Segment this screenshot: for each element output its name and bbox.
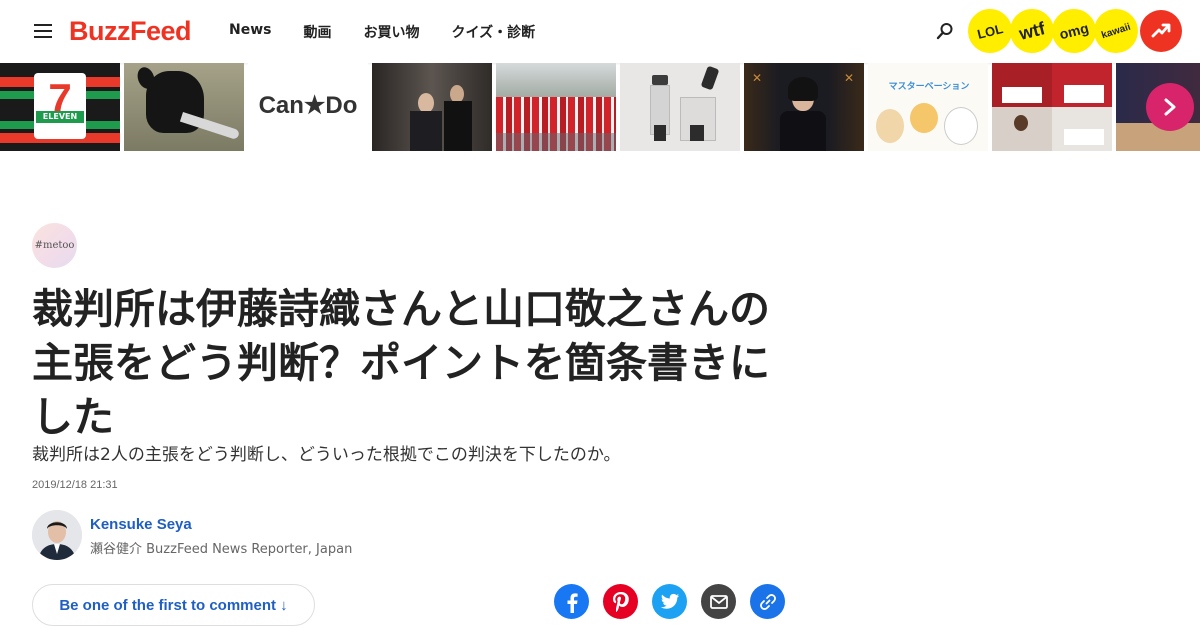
thumb-dog-knife[interactable] xyxy=(124,63,244,151)
main-nav: News 動画 お買い物 クイズ・診断 xyxy=(229,22,535,42)
author-name[interactable]: Kensuke Seya xyxy=(90,516,192,533)
pinterest-icon xyxy=(612,591,629,612)
author-role: 瀬谷健介 BuzzFeed News Reporter, Japan xyxy=(90,542,353,557)
chevron-right-icon xyxy=(1164,98,1176,116)
twitter-share-button[interactable] xyxy=(652,584,687,619)
thumb-santa-run[interactable] xyxy=(496,63,616,151)
metoo-tag-badge[interactable]: #metoo xyxy=(32,223,77,268)
badge-lol[interactable]: LOL xyxy=(963,4,1017,58)
thumbnail-strip: 7 ELEVEN Can★Do ✕ ✕ マスターベーション xyxy=(0,63,1200,151)
copy-link-button[interactable] xyxy=(750,584,785,619)
pinterest-share-button[interactable] xyxy=(603,584,638,619)
publish-timestamp: 2019/12/18 21:31 xyxy=(32,479,118,491)
twitter-icon xyxy=(660,593,679,609)
article-title: 裁判所は伊藤詩織さんと山口敬之さんの主張をどう判断？ポイントを箇条書きにした xyxy=(32,285,770,441)
nav-video[interactable]: 動画 xyxy=(303,22,331,42)
thumb-people-signs[interactable] xyxy=(992,63,1112,151)
badge-kawaii[interactable]: kawaii xyxy=(1088,3,1144,59)
article-subtitle: 裁判所は2人の主張をどう判断し、どういった根拠でこの判決を下したのか。 xyxy=(32,445,621,465)
badge-wtf[interactable]: wtf xyxy=(1005,4,1059,58)
thumb-blender[interactable] xyxy=(620,63,740,151)
thumb-press-crowd[interactable] xyxy=(372,63,492,151)
thumb-seven-eleven[interactable]: 7 ELEVEN xyxy=(0,63,120,151)
nav-quiz[interactable]: クイズ・診断 xyxy=(451,22,535,42)
thumb-can-do[interactable]: Can★Do xyxy=(248,63,368,151)
badge-omg[interactable]: omg xyxy=(1047,4,1101,58)
comment-button[interactable]: Be one of the first to comment ↓ xyxy=(32,584,315,626)
reaction-badges: LOL wtf omg kawaii xyxy=(963,3,1182,59)
nav-shopping[interactable]: お買い物 xyxy=(363,22,419,42)
facebook-icon xyxy=(567,592,578,613)
search-icon[interactable] xyxy=(936,22,954,40)
strip-next-button[interactable] xyxy=(1146,83,1194,131)
author-avatar[interactable] xyxy=(32,510,82,560)
menu-icon[interactable] xyxy=(34,24,52,38)
share-buttons xyxy=(554,584,785,619)
trending-arrow-icon[interactable] xyxy=(1140,10,1182,52)
email-share-button[interactable] xyxy=(701,584,736,619)
thumb-press-conference[interactable]: ✕ ✕ xyxy=(744,63,864,151)
thumb-manga[interactable]: マスターベーション xyxy=(868,63,988,151)
nav-news[interactable]: News xyxy=(229,22,271,42)
email-icon xyxy=(709,594,728,609)
buzzfeed-logo[interactable]: BuzzFeed xyxy=(69,16,192,47)
facebook-share-button[interactable] xyxy=(554,584,589,619)
link-icon xyxy=(759,593,776,610)
site-header: BuzzFeed News 動画 お買い物 クイズ・診断 LOL wtf omg… xyxy=(0,0,1200,63)
